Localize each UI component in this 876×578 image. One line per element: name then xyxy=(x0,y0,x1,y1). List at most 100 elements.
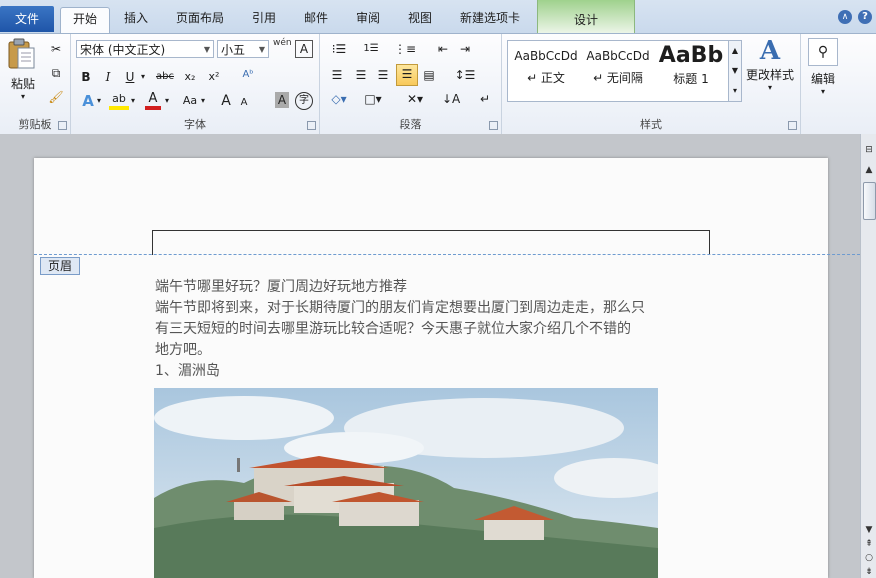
paste-button[interactable]: 粘贴 ▾ xyxy=(6,38,40,101)
line-spacing-icon[interactable]: ↕☰ xyxy=(452,66,478,84)
font-group-label: 字体 xyxy=(184,118,206,131)
highlight-icon[interactable]: ab xyxy=(109,92,129,110)
paragraph-launcher-icon[interactable] xyxy=(489,121,498,130)
font-color-icon[interactable]: A xyxy=(145,92,161,110)
multilevel-list-icon[interactable]: ⋮≡ xyxy=(392,40,418,58)
tab-home[interactable]: 开始 xyxy=(60,7,110,35)
clear-formatting-icon[interactable]: Aᵇ xyxy=(237,66,259,84)
font-size-combo[interactable]: 小五 ▼ xyxy=(217,40,269,58)
scrollbar-thumb[interactable] xyxy=(863,182,876,220)
strikethrough-button[interactable]: abc xyxy=(153,68,177,86)
shrink-font-button[interactable]: A xyxy=(237,94,251,112)
borders-icon[interactable]: □▾ xyxy=(360,90,386,108)
align-center-icon[interactable]: ☰ xyxy=(352,66,370,84)
scroll-up-icon[interactable]: ▲ xyxy=(863,164,875,176)
superscript-button[interactable]: x² xyxy=(205,68,223,86)
editing-button[interactable]: ⚲ 编辑 ▾ xyxy=(805,38,841,108)
paste-dropdown-icon[interactable]: ▾ xyxy=(6,92,40,101)
enclose-char-button[interactable]: 字 xyxy=(295,92,313,110)
grow-font-button[interactable]: A xyxy=(219,92,233,110)
style-sample: AaBbCcDd xyxy=(514,49,578,63)
font-name-combo[interactable]: 宋体 (中文正文) ▼ xyxy=(76,40,214,58)
cut-icon[interactable]: ✂ xyxy=(47,40,65,58)
underline-dropdown-icon[interactable]: ▾ xyxy=(139,68,147,86)
subscript-button[interactable]: x₂ xyxy=(181,68,199,86)
binoculars-icon: ⚲ xyxy=(808,38,838,66)
doc-list-item[interactable]: 1、湄洲岛 xyxy=(155,361,220,382)
font-color-dropdown-icon[interactable]: ▾ xyxy=(163,92,171,110)
browse-object-icon[interactable]: ○ xyxy=(863,552,875,564)
bold-button[interactable]: B xyxy=(79,68,93,86)
chevron-up-icon[interactable]: ▲ xyxy=(729,41,741,61)
tab-page-layout[interactable]: 页面布局 xyxy=(170,7,230,31)
previous-page-icon[interactable]: ⇞ xyxy=(863,538,875,550)
chevron-down-icon: ▾ xyxy=(820,87,825,96)
tab-mailings[interactable]: 邮件 xyxy=(298,7,334,31)
scroll-down-icon[interactable]: ▼ xyxy=(863,524,875,536)
copy-icon[interactable]: ⧉ xyxy=(47,64,65,82)
tab-references[interactable]: 引用 xyxy=(246,7,282,31)
bullets-icon[interactable]: ⁝☰ xyxy=(328,40,350,58)
style-heading-1[interactable]: AaBb 标题 1 xyxy=(654,41,728,99)
style-name: ↵ 正文 xyxy=(527,71,565,85)
chevron-down-icon[interactable]: ▼ xyxy=(729,61,741,81)
align-left-icon[interactable]: ☰ xyxy=(328,66,346,84)
chevron-down-icon: ▾ xyxy=(767,83,772,92)
tab-review[interactable]: 审阅 xyxy=(350,7,386,31)
doc-body-line[interactable]: 地方吧。 xyxy=(155,340,211,361)
styles-scroll[interactable]: ▲ ▼ ▾ xyxy=(728,40,742,102)
italic-button[interactable]: I xyxy=(101,68,115,86)
style-name: ↵ 无间隔 xyxy=(593,71,643,85)
show-marks-icon[interactable]: ↵ xyxy=(476,90,494,108)
doc-body-line[interactable]: 有三天短短的时间去哪里游玩比较合适呢？今天惠子就位大家介绍几个不错的 xyxy=(155,319,631,340)
doc-title-line[interactable]: 端午节哪里好玩？厦门周边好玩地方推荐 xyxy=(155,277,407,298)
style-normal[interactable]: AaBbCcDd ↵ 正文 xyxy=(510,41,582,99)
char-shading-button[interactable]: A xyxy=(275,92,289,108)
shading-icon[interactable]: ◇▾ xyxy=(326,90,352,108)
tab-insert[interactable]: 插入 xyxy=(118,7,154,31)
tab-new[interactable]: 新建选项卡 xyxy=(450,7,530,31)
more-icon[interactable]: ▾ xyxy=(729,81,741,101)
style-sample: AaBb xyxy=(658,43,724,68)
change-case-dropdown-icon[interactable]: ▾ xyxy=(199,92,207,110)
style-sample: AaBbCcDd xyxy=(586,49,650,63)
text-effects-dropdown-icon[interactable]: ▾ xyxy=(95,92,103,110)
doc-body-line[interactable]: 端午节即将到来，对于长期待厦门的朋友们肯定想要出厦门到周边走走，那么只 xyxy=(155,298,645,319)
help-icon[interactable]: ? xyxy=(858,10,872,24)
paragraph-group-label: 段落 xyxy=(399,118,422,131)
minimize-ribbon-icon[interactable]: ∧ xyxy=(838,10,852,24)
format-painter-icon[interactable]: 🖌 xyxy=(47,88,65,106)
increase-indent-icon[interactable]: ⇥ xyxy=(456,40,474,58)
underline-button[interactable]: U xyxy=(123,68,137,86)
change-styles-button[interactable]: A 更改样式 ▾ xyxy=(744,36,796,106)
header-region[interactable] xyxy=(152,230,710,255)
phonetic-guide-button[interactable]: wén xyxy=(273,39,292,48)
document-photo[interactable] xyxy=(154,388,658,578)
change-case-button[interactable]: Aa xyxy=(179,92,201,110)
styles-launcher-icon[interactable] xyxy=(788,121,797,130)
justify-icon[interactable]: ☰ xyxy=(396,64,418,86)
ribbon-window-controls: ∧ ? xyxy=(836,10,876,28)
change-styles-label: 更改样式 xyxy=(745,68,794,82)
tab-file[interactable]: 文件 xyxy=(0,6,54,32)
distributed-icon[interactable]: ▤ xyxy=(420,66,438,84)
clipboard-launcher-icon[interactable] xyxy=(58,121,67,130)
decrease-indent-icon[interactable]: ⇤ xyxy=(434,40,452,58)
vertical-scrollbar[interactable]: ⊟ ▲ ▼ ⇞ ○ ⇟ xyxy=(860,134,876,578)
ruler-toggle-icon[interactable]: ⊟ xyxy=(863,144,875,156)
style-no-spacing[interactable]: AaBbCcDd ↵ 无间隔 xyxy=(582,41,654,99)
chinese-layout-icon[interactable]: ✕▾ xyxy=(402,90,428,108)
group-paragraph: ⁝☰ 1☰ ⋮≡ ⇤ ⇥ ☰ ☰ ☰ ☰ ▤ ↕☰ ◇▾ □▾ ✕▾ ↓A ↵ … xyxy=(320,34,502,134)
editing-label: 编辑 xyxy=(810,72,835,86)
tab-view[interactable]: 视图 xyxy=(402,7,438,31)
group-clipboard: 粘贴 ▾ ✂ ⧉ 🖌 剪贴板 xyxy=(0,34,71,134)
numbering-icon[interactable]: 1☰ xyxy=(360,40,382,58)
highlight-dropdown-icon[interactable]: ▾ xyxy=(129,92,137,110)
char-border-button[interactable]: A xyxy=(295,40,313,58)
tab-design[interactable]: 设计 xyxy=(537,0,635,34)
font-launcher-icon[interactable] xyxy=(307,121,316,130)
align-right-icon[interactable]: ☰ xyxy=(374,66,392,84)
next-page-icon[interactable]: ⇟ xyxy=(863,566,875,578)
chevron-down-icon: ▼ xyxy=(258,45,265,54)
sort-icon[interactable]: ↓A xyxy=(442,90,460,108)
